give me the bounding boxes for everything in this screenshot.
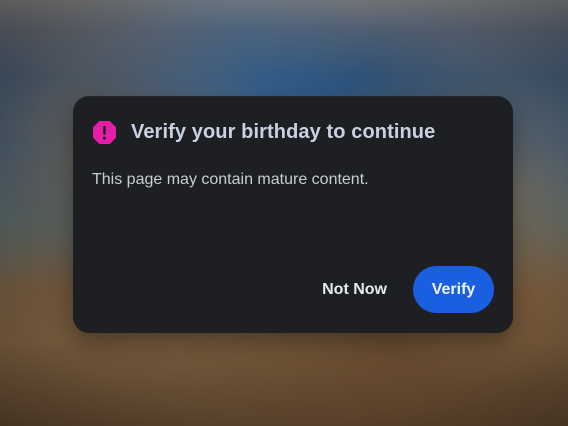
dialog-actions: Not Now Verify xyxy=(304,266,494,313)
dialog-message: This page may contain mature content. xyxy=(92,171,369,188)
not-now-button[interactable]: Not Now xyxy=(304,266,405,313)
warning-octagon-icon xyxy=(92,120,117,145)
birthday-verification-dialog: Verify your birthday to continue This pa… xyxy=(73,96,513,333)
dialog-title: Verify your birthday to continue xyxy=(131,121,436,143)
verify-button[interactable]: Verify xyxy=(413,266,494,313)
screen: Verify your birthday to continue This pa… xyxy=(0,0,568,426)
dialog-header: Verify your birthday to continue xyxy=(92,118,493,146)
